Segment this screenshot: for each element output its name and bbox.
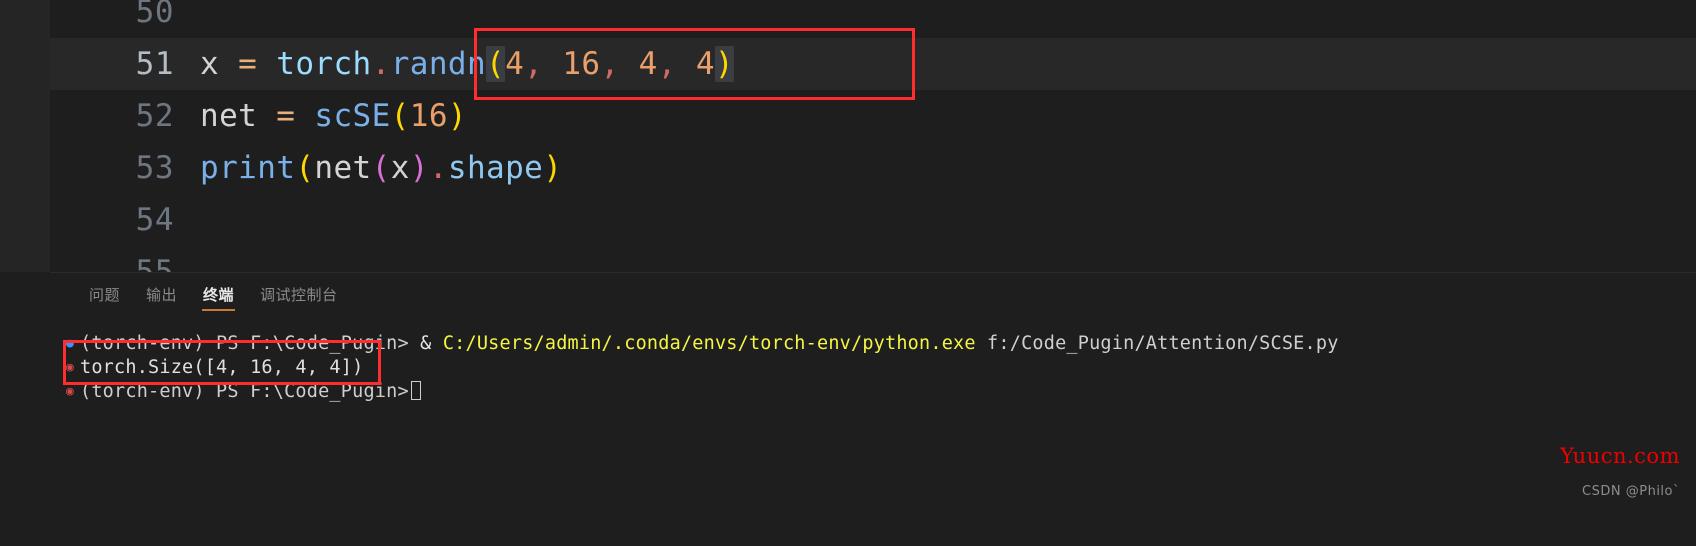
watermark-author: CSDN @Philo` xyxy=(1582,484,1680,499)
token-dot: . xyxy=(371,46,391,82)
token-variable-x: x xyxy=(200,46,220,82)
code-content-52: net = scSE(16) xyxy=(200,98,467,134)
terminal-script-path: f:/Code_Pugin/Attention/SCSE.py xyxy=(975,332,1339,354)
terminal-line-output: ◉ torch.Size([4, 16, 4, 4]) xyxy=(62,355,1696,379)
token-variable-x-arg: x xyxy=(390,150,410,186)
token-function-randn: randn xyxy=(390,46,487,82)
bottom-panel: 问题 输出 终端 调试控制台 ● (torch-env) PS F:\Code_… xyxy=(50,272,1696,546)
line-number-54: 54 xyxy=(135,202,174,238)
token-arg-16: 16 xyxy=(409,98,448,134)
code-editor: 50 51 x = torch.randn(4, 16, 4, 4) 52 ne… xyxy=(0,0,1696,290)
code-surface[interactable]: 50 51 x = torch.randn(4, 16, 4, 4) 52 ne… xyxy=(50,0,1696,290)
prompt-status-dot-icon: ◉ xyxy=(65,383,75,399)
token-open-paren-inner: ( xyxy=(371,150,391,186)
token-open-paren-52: ( xyxy=(390,98,410,134)
tab-terminal[interactable]: 终端 xyxy=(190,273,247,315)
token-dot-53: . xyxy=(428,150,448,186)
token-close-paren-53: ) xyxy=(543,150,563,186)
panel-left-gap xyxy=(0,272,50,546)
panel-tab-bar[interactable]: 问题 输出 终端 调试控制台 xyxy=(50,273,1696,315)
terminal-line-command: ● (torch-env) PS F:\Code_Pugin> & C:/Use… xyxy=(62,331,1696,355)
code-line-54[interactable]: 54 xyxy=(50,194,1696,246)
token-arg-3: 4 xyxy=(638,46,658,82)
command-status-dot-icon: ● xyxy=(65,335,75,351)
terminal-cursor[interactable] xyxy=(410,380,421,400)
token-arg-1: 4 xyxy=(505,46,525,82)
terminal-ampersand: & xyxy=(408,332,443,354)
terminal-prompt-1: (torch-env) PS F:\Code_Pugin> xyxy=(80,332,409,354)
token-close-paren-inner: ) xyxy=(409,150,429,186)
watermark-site: Yuucn.com xyxy=(1560,444,1680,468)
terminal-interpreter-path: C:/Users/admin/.conda/envs/torch-env/pyt… xyxy=(442,332,976,354)
terminal-result-text: torch.Size([4, 16, 4, 4]) xyxy=(80,356,364,378)
token-class-scse: scSE xyxy=(314,98,391,134)
terminal-command-text: (torch-env) PS F:\Code_Pugin> & C:/Users… xyxy=(80,333,1339,354)
line-number-50: 50 xyxy=(135,0,174,30)
token-comma-2: , xyxy=(600,46,639,82)
tab-problems[interactable]: 问题 xyxy=(76,273,133,315)
code-line-53[interactable]: 53 print(net(x).shape) xyxy=(50,142,1696,194)
token-variable-net-call: net xyxy=(314,150,372,186)
terminal-prompt-text: (torch-env) PS F:\Code_Pugin> xyxy=(80,380,421,402)
token-property-shape: shape xyxy=(447,150,544,186)
code-line-52[interactable]: 52 net = scSE(16) xyxy=(50,90,1696,142)
token-close-paren-highlighted: ) xyxy=(714,46,734,82)
token-assign-op: = xyxy=(219,46,277,82)
token-close-paren-52: ) xyxy=(447,98,467,134)
token-arg-4: 4 xyxy=(695,46,715,82)
code-content-53: print(net(x).shape) xyxy=(200,150,562,186)
tab-output[interactable]: 输出 xyxy=(133,273,190,315)
token-open-paren-53: ( xyxy=(295,150,315,186)
error-status-dot-icon: ◉ xyxy=(65,359,75,375)
tab-debug-console[interactable]: 调试控制台 xyxy=(247,273,351,315)
terminal-output[interactable]: ● (torch-env) PS F:\Code_Pugin> & C:/Use… xyxy=(50,315,1696,546)
token-open-paren-highlighted: ( xyxy=(486,46,506,82)
token-arg-2: 16 xyxy=(562,46,601,82)
code-line-51[interactable]: 51 x = torch.randn(4, 16, 4, 4) xyxy=(50,38,1696,90)
terminal-line-prompt: ◉ (torch-env) PS F:\Code_Pugin> xyxy=(62,379,1696,403)
line-number-53: 53 xyxy=(135,150,174,186)
token-comma-3: , xyxy=(657,46,696,82)
token-function-print: print xyxy=(200,150,296,186)
token-comma-1: , xyxy=(524,46,563,82)
line-number-51: 51 xyxy=(135,46,174,82)
activity-bar-strip xyxy=(0,0,50,272)
code-content-51: x = torch.randn(4, 16, 4, 4) xyxy=(200,46,734,82)
token-assign-op-2: = xyxy=(257,98,315,134)
terminal-prompt-2: (torch-env) PS F:\Code_Pugin> xyxy=(80,380,409,402)
code-line-50[interactable]: 50 xyxy=(50,0,1696,38)
token-variable-net: net xyxy=(200,98,258,134)
line-number-52: 52 xyxy=(135,98,174,134)
token-module-torch: torch xyxy=(276,46,372,82)
